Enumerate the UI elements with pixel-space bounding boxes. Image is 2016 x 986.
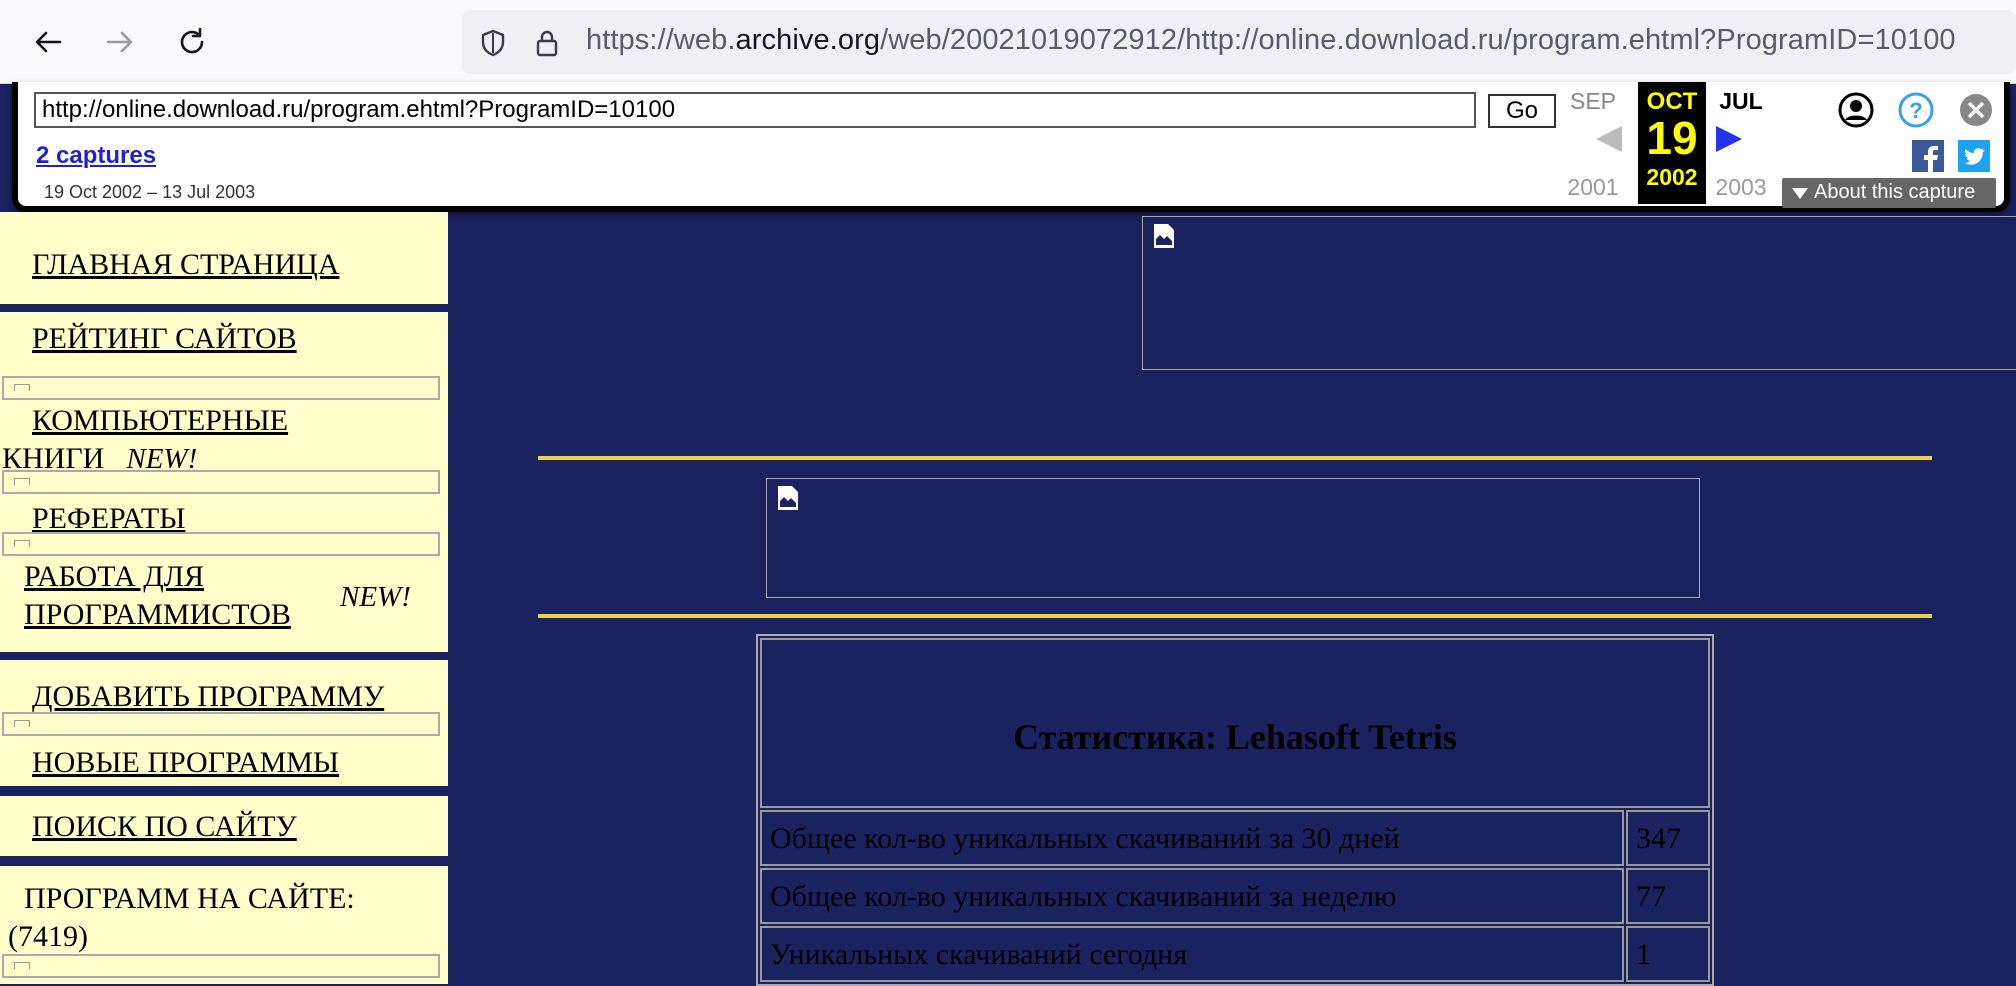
stat-label: Общее кол-во уникальных скачиваний за 30… bbox=[760, 810, 1624, 866]
stat-label: Общее кол-во уникальных скачиваний за не… bbox=[760, 868, 1624, 924]
capture-range: 19 Oct 2002 – 13 Jul 2003 bbox=[44, 182, 256, 202]
user-icon[interactable] bbox=[1838, 92, 1874, 128]
next-month[interactable]: JUL bbox=[1708, 88, 1774, 115]
ad-banner-image[interactable] bbox=[766, 478, 1700, 598]
sidebar-item-site-rating[interactable]: РЕЙТИНГ САЙТОВ bbox=[0, 312, 448, 378]
sidebar-item-site-search[interactable]: ПОИСК ПО САЙТУ bbox=[0, 796, 448, 856]
stat-label: Уникальных скачиваний сегодня bbox=[760, 926, 1624, 982]
new-badge: NEW! bbox=[340, 581, 411, 613]
sidebar-item-label-cont[interactable]: ПРОГРАММИСТОВ bbox=[24, 598, 291, 631]
sidebar-item-label[interactable]: КОМПЬЮТЕРНЫЕ bbox=[32, 404, 288, 437]
stat-value: 77 bbox=[1626, 868, 1710, 924]
broken-image-icon bbox=[2, 712, 440, 736]
wayback-url-input[interactable] bbox=[34, 92, 1476, 128]
url-prefix: https://web. bbox=[586, 24, 736, 56]
go-button[interactable]: Go bbox=[1488, 94, 1556, 128]
facebook-icon[interactable] bbox=[1912, 140, 1944, 172]
sidebar-item-label[interactable]: НОВЫЕ ПРОГРАММЫ bbox=[32, 746, 339, 779]
current-day: 19 bbox=[1646, 112, 1698, 164]
about-capture-button[interactable]: About this capture bbox=[1782, 178, 1996, 208]
current-capture-date: OCT 19 2002 bbox=[1638, 82, 1706, 204]
sidebar-item-jobs[interactable]: РАБОТА ДЛЯ ПРОГРАММИСТОВ NEW! bbox=[0, 558, 448, 652]
broken-image-icon bbox=[2, 376, 440, 400]
sidebar-item-label[interactable]: РЕФЕРАТЫ bbox=[32, 502, 185, 535]
twitter-icon[interactable] bbox=[1958, 140, 1990, 172]
sidebar-spacer bbox=[0, 532, 448, 558]
stat-value: 347 bbox=[1626, 810, 1710, 866]
program-count-value: (7419) bbox=[8, 920, 88, 953]
close-icon[interactable] bbox=[1958, 92, 1994, 128]
arrow-right-icon bbox=[106, 31, 133, 53]
help-icon[interactable]: ? bbox=[1898, 92, 1934, 128]
table-row: Общее кол-во уникальных скачиваний за 30… bbox=[760, 810, 1710, 866]
lock-icon[interactable] bbox=[532, 28, 562, 58]
svg-text:?: ? bbox=[1909, 98, 1922, 123]
current-year: 2002 bbox=[1646, 164, 1698, 190]
arrow-left-icon bbox=[35, 31, 62, 53]
sidebar-spacer bbox=[0, 376, 448, 402]
sidebar-spacer bbox=[0, 468, 448, 494]
url-path: /web/20021019072912/http://online.downlo… bbox=[880, 24, 1956, 56]
stats-title: Статистика: Lehasoft Tetris bbox=[760, 638, 1710, 808]
sidebar-item-new-programs[interactable]: НОВЫЕ ПРОГРАММЫ bbox=[0, 738, 448, 786]
prev-year[interactable]: 2001 bbox=[1560, 174, 1626, 201]
sidebar-program-count: ПРОГРАММ НА САЙТЕ: (7419) bbox=[0, 866, 448, 984]
banner-image[interactable] bbox=[1142, 216, 2016, 370]
sidebar-item-label[interactable]: РЕЙТИНГ САЙТОВ bbox=[32, 322, 297, 355]
program-count-label: ПРОГРАММ НА САЙТЕ: bbox=[24, 882, 355, 915]
url-text[interactable]: https://web.archive.org/web/200210190729… bbox=[586, 24, 1956, 57]
broken-image-icon bbox=[778, 486, 798, 510]
back-button[interactable] bbox=[24, 18, 72, 66]
captures-link[interactable]: 2 captures bbox=[36, 142, 156, 170]
next-year[interactable]: 2003 bbox=[1708, 174, 1774, 201]
sidebar-spacer bbox=[0, 712, 448, 738]
sidebar-item-label[interactable]: РАБОТА ДЛЯ bbox=[24, 560, 204, 593]
divider bbox=[538, 614, 1932, 618]
reload-icon bbox=[180, 27, 204, 54]
shield-icon[interactable] bbox=[478, 28, 508, 58]
broken-image-icon bbox=[2, 532, 440, 556]
broken-image-icon bbox=[2, 954, 440, 978]
wayback-toolbar: Go 2 captures 19 Oct 2002 – 13 Jul 2003 … bbox=[12, 82, 2010, 212]
prev-month[interactable]: SEP bbox=[1560, 88, 1626, 115]
sidebar-item-label[interactable]: ДОБАВИТЬ ПРОГРАММУ bbox=[32, 680, 384, 713]
sidebar-item-label[interactable]: ПОИСК ПО САЙТУ bbox=[32, 810, 297, 843]
sidebar-item-label[interactable]: ГЛАВНАЯ СТРАНИЦА bbox=[32, 248, 339, 281]
url-domain: archive.org bbox=[735, 24, 881, 56]
stats-table: Статистика: Lehasoft Tetris Общее кол-во… bbox=[756, 634, 1714, 986]
sidebar-item-home[interactable]: ГЛАВНАЯ СТРАНИЦА bbox=[0, 212, 448, 304]
broken-image-icon bbox=[1154, 224, 1174, 248]
next-capture-icon[interactable] bbox=[1714, 124, 1744, 154]
address-bar[interactable]: https://web.archive.org/web/200210190729… bbox=[462, 10, 2016, 74]
table-row: Уникальных скачиваний сегодня 1 bbox=[760, 926, 1710, 982]
table-row: Общее кол-во уникальных скачиваний за не… bbox=[760, 868, 1710, 924]
sidebar-menu: ГЛАВНАЯ СТРАНИЦА РЕЙТИНГ САЙТОВ КОМПЬЮТЕ… bbox=[0, 212, 448, 984]
divider bbox=[538, 456, 1932, 460]
prev-capture-icon bbox=[1596, 126, 1622, 152]
stat-value: 1 bbox=[1626, 926, 1710, 982]
broken-image-icon bbox=[2, 470, 440, 494]
reload-button[interactable] bbox=[168, 18, 216, 66]
forward-button[interactable] bbox=[96, 18, 144, 66]
browser-toolbar: https://web.archive.org/web/200210190729… bbox=[0, 0, 2016, 84]
